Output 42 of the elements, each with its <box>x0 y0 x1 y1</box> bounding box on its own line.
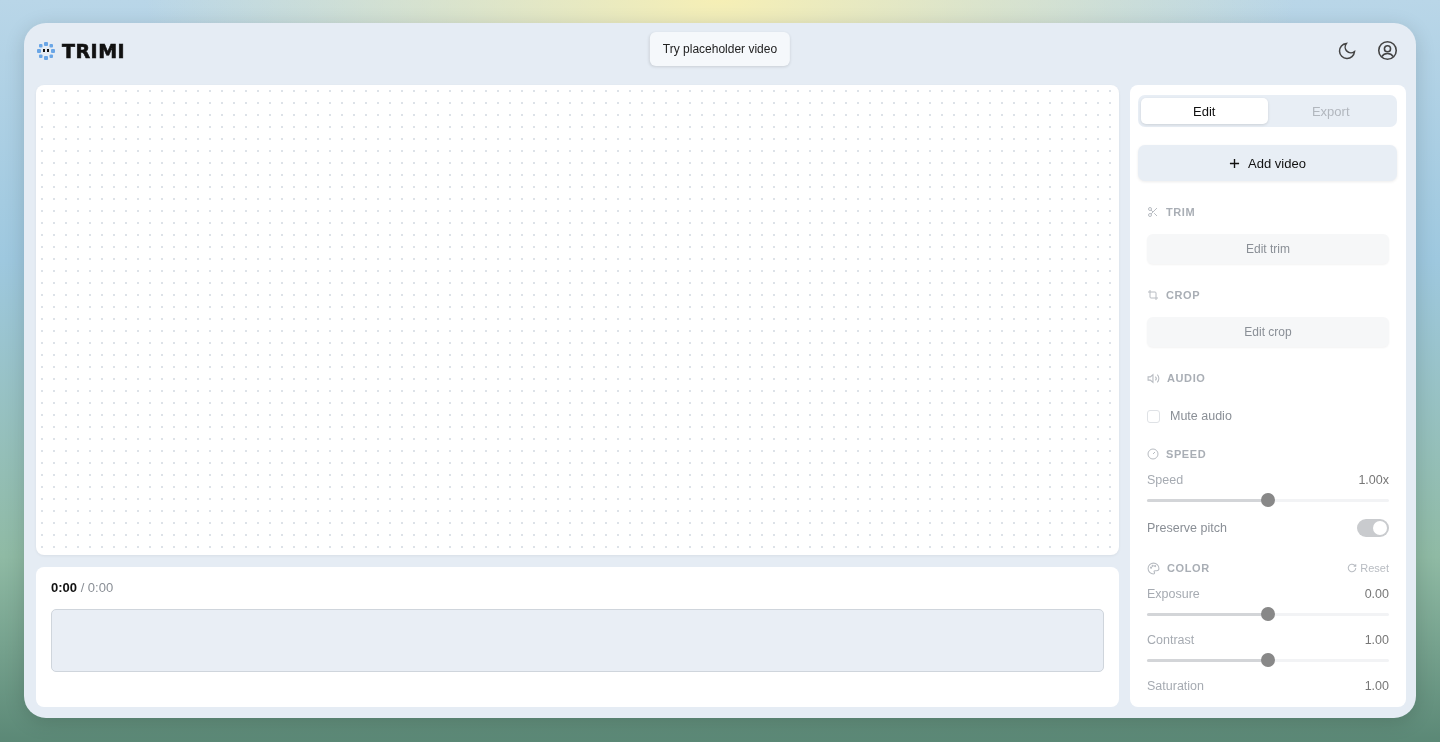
slider-thumb[interactable] <box>1261 493 1275 507</box>
edit-button[interactable]: Edit trim <box>1147 234 1389 264</box>
section-heading: SPEED <box>1166 448 1207 460</box>
slider-thumb[interactable] <box>1261 653 1275 667</box>
checkbox-label: Mute audio <box>1170 409 1232 423</box>
slider-label: Saturation <box>1147 679 1204 693</box>
toggle-label: Preserve pitch <box>1147 521 1227 535</box>
time-readout: 0:00 / 0:00 <box>51 580 114 595</box>
refresh-icon <box>1347 563 1358 573</box>
slider-value: 1.00 <box>1364 679 1389 693</box>
placeholder-video-button[interactable]: Try placeholder video <box>649 32 791 66</box>
timeline-track[interactable] <box>51 609 1104 672</box>
slider-value: 0.00 <box>1364 587 1389 601</box>
section-heading: AUDIO <box>1167 372 1206 384</box>
user-icon[interactable] <box>1377 40 1398 61</box>
slider-value: 1.00x <box>1358 473 1389 487</box>
edit-button[interactable]: Edit crop <box>1147 317 1389 347</box>
crop-icon <box>1147 289 1159 301</box>
slider-thumb[interactable] <box>1261 607 1275 621</box>
slider-track[interactable] <box>1147 607 1389 621</box>
slider-label: Speed <box>1147 473 1184 487</box>
slider-track[interactable] <box>1147 653 1389 667</box>
section-heading: TRIM <box>1166 206 1196 218</box>
checkbox[interactable] <box>1147 409 1160 423</box>
toggle-switch[interactable] <box>1357 519 1389 537</box>
speaker-icon <box>1147 371 1160 385</box>
slider-label: Contrast <box>1147 633 1195 647</box>
reset-button[interactable]: Reset <box>1347 562 1389 574</box>
gauge-icon <box>1147 448 1159 460</box>
scissors-icon <box>1147 206 1159 218</box>
palette-icon <box>1147 561 1160 575</box>
app-logo: TRIMI <box>62 39 126 62</box>
slider-value: 1.00 <box>1364 633 1389 647</box>
panel-tab[interactable]: Edit <box>1141 98 1268 124</box>
plus-icon <box>1229 157 1241 169</box>
section-heading: COLOR <box>1167 562 1210 574</box>
moon-icon[interactable] <box>1337 40 1357 61</box>
logo-icon <box>36 40 56 61</box>
slider-track[interactable] <box>1147 493 1389 507</box>
slider-label: Exposure <box>1147 587 1200 601</box>
add-video-button[interactable]: Add video <box>1138 145 1397 181</box>
section-heading: CROP <box>1166 289 1201 301</box>
